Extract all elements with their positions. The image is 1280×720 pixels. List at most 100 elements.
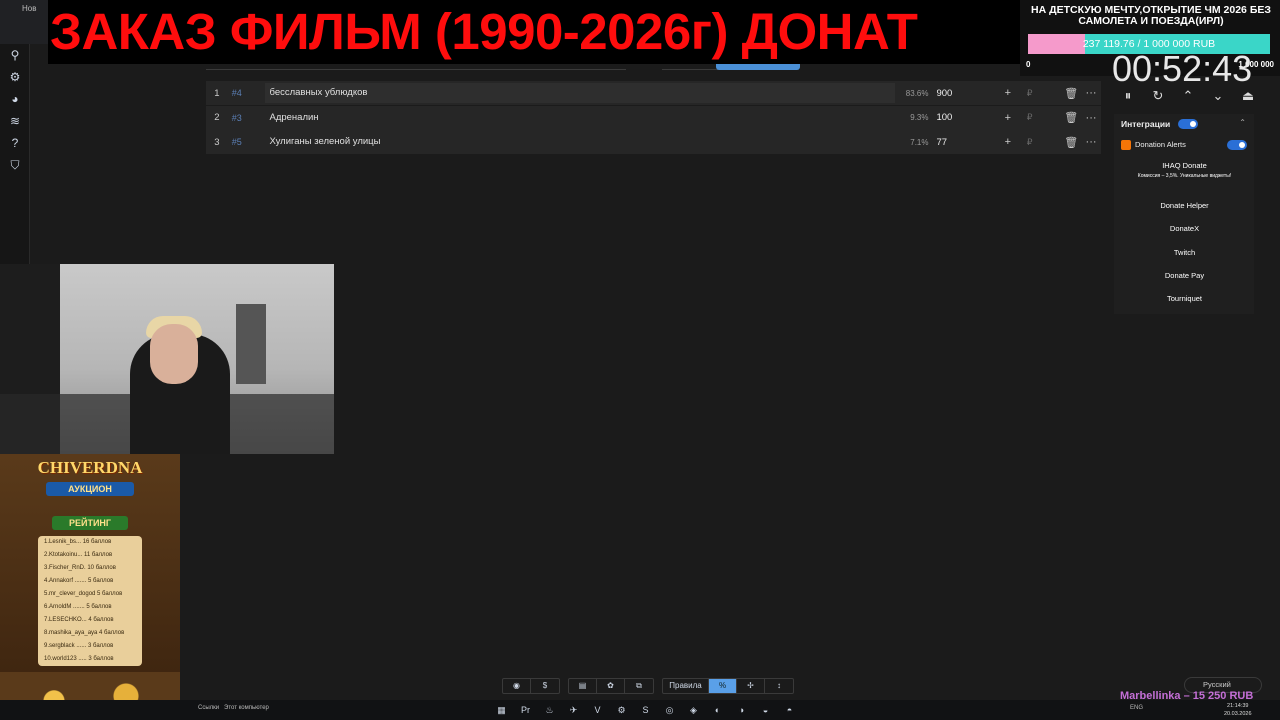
percent-button[interactable]: % [709, 679, 737, 693]
donation-alerts-label: Donation Alerts [1135, 140, 1186, 149]
more-icon[interactable]: ··· [1081, 87, 1101, 99]
integrations-panel: Интеграции ⌃ Donation Alerts IHAQ Donate… [1114, 114, 1254, 314]
app-icon[interactable]: ◈ [686, 703, 701, 717]
filter-box[interactable] [662, 56, 718, 70]
lot-percent: 83.6% [905, 88, 929, 98]
lot-row[interactable]: 1 #4 бесславных ублюдков 83.6% 900 + ₽ 🗑… [206, 81, 1101, 105]
add-amount-button[interactable]: + [998, 112, 1018, 124]
app-icon[interactable]: ⚙ [614, 703, 629, 717]
rating-entry: 3.Fischer_RnD. 10 баллов [44, 565, 116, 571]
delete-icon[interactable]: 🗑 [1061, 111, 1081, 124]
service-label: IHAQ Donate [1162, 161, 1207, 170]
app-icon[interactable]: ◐ [710, 703, 725, 717]
add-amount-button[interactable]: + [998, 87, 1018, 99]
more-icon[interactable]: ··· [1081, 112, 1101, 124]
timer-controls: ⏸ ↻ ⌃ ⌄ ⏏ [1118, 88, 1258, 108]
app-icon[interactable]: ✈ [566, 703, 581, 717]
delete-icon[interactable]: 🗑 [1061, 136, 1081, 149]
add-amount-button[interactable]: + [998, 136, 1018, 148]
app-icon[interactable]: ◓ [782, 703, 797, 717]
service-tourniquet[interactable]: Tourniquet [1121, 290, 1248, 308]
copy-icon[interactable]: ⧉ [625, 679, 653, 693]
lot-percent: 9.3% [910, 113, 929, 122]
app-icon[interactable]: ◑ [734, 703, 749, 717]
lot-name[interactable]: бесславных ублюдков [265, 83, 895, 103]
doc-icon[interactable]: ▤ [569, 679, 597, 693]
goal-title: НА ДЕТСКУЮ МЕЧТУ,ОТКРЫТИЕ ЧМ 2026 БЕЗ СА… [1031, 4, 1271, 27]
app-icon[interactable]: ◎ [662, 703, 677, 717]
collapse-icon[interactable]: ⌃ [1239, 118, 1246, 127]
tray-language[interactable]: ENG [1130, 705, 1143, 711]
chart-icon[interactable]: ◕ [0, 88, 30, 110]
pin-icon[interactable]: ⚲ [0, 44, 30, 66]
lot-amount[interactable]: 77 [928, 137, 978, 148]
lot-name[interactable]: Адреналин [265, 108, 894, 128]
toolbar-group-links: ◉ $ [502, 678, 560, 694]
service-donate-pay[interactable]: Donate Pay [1121, 267, 1248, 285]
layers-icon[interactable]: ≋ [0, 110, 30, 132]
title-banner: ЗАКАЗ ФИЛЬМ (1990-2026г) ДОНАТ [48, 0, 1020, 64]
shield-icon[interactable]: ⛉ [0, 154, 30, 176]
lot-index: 1 [214, 87, 220, 99]
pause-icon[interactable]: ⏸ [1118, 88, 1138, 108]
delete-icon[interactable]: 🗑 [1061, 87, 1081, 100]
taskbar-pc[interactable]: Этот компьютер [224, 705, 269, 711]
toolbar-group-tools: ▤ ✿ ⧉ [568, 678, 654, 694]
banner-text: ЗАКАЗ ФИЛЬМ (1990-2026г) ДОНАТ [50, 3, 918, 60]
toolbar-group-modes: Правила % ✢ ↕ [662, 678, 794, 694]
lot-amount[interactable]: 900 [928, 88, 978, 99]
taskbar-apps: ▦ Pr ♨ ✈ V ⚙ S ◎ ◈ ◐ ◑ ◒ ◓ [494, 703, 797, 717]
app-icon[interactable]: S [638, 703, 653, 717]
rating-entry: 1.Lesnik_bs... 16 баллов [44, 539, 112, 545]
app-icon[interactable]: ▦ [494, 703, 509, 717]
lot-index: 3 [214, 136, 220, 148]
donation-alerts-toggle[interactable] [1227, 140, 1247, 150]
lot-row[interactable]: 3 #5 Хулиганы зеленой улицы 7.1% 77 + ₽ … [206, 130, 1101, 154]
chevron-up-icon[interactable]: ⌃ [1178, 88, 1198, 108]
rating-entry: 2.Ktotakoinu... 11 баллов [44, 552, 113, 558]
left-rail: ⚲ ⚙ ◕ ≋ ? ⛉ [0, 44, 30, 264]
clock-date: 20.03.2026 [1224, 711, 1252, 717]
service-donatex[interactable]: DonateX [1121, 220, 1248, 238]
dollar-button[interactable]: $ [531, 679, 559, 693]
taskbar-clock[interactable]: 21:14:39 20.03.2026 [1224, 702, 1252, 718]
service-twitch[interactable]: Twitch [1121, 244, 1248, 262]
rating-entry: 8.mashika_aya_aya 4 баллов [44, 630, 125, 636]
service-note: Комиссия – 3,5%. Уникальные виджеты! [1137, 173, 1232, 179]
lot-name[interactable]: Хулиганы зеленой улицы [265, 132, 894, 152]
rating-entry: 4.Annakorf ....... 5 баллов [44, 578, 114, 584]
service-ihaq-donate[interactable]: IHAQ Donate Комиссия – 3,5%. Уникальные … [1121, 157, 1248, 186]
rating-entry: 7.LESECHKO... 4 баллов [44, 617, 114, 623]
github-icon[interactable]: ◉ [503, 679, 531, 693]
service-donate-helper[interactable]: Donate Helper [1121, 197, 1248, 215]
lot-amount[interactable]: 100 [928, 112, 978, 123]
rules-button[interactable]: Правила [663, 679, 709, 693]
app-icon[interactable]: Pr [518, 703, 533, 717]
add-button[interactable] [716, 64, 800, 70]
more-icon[interactable]: ··· [1081, 136, 1101, 148]
rating-entry: 5.mr_clever_dogod 5 баллов [44, 591, 123, 597]
lot-row[interactable]: 2 #3 Адреналин 9.3% 100 + ₽ 🗑 ··· [206, 105, 1101, 130]
help-icon[interactable]: ? [0, 132, 30, 154]
app-icon[interactable]: V [590, 703, 605, 717]
chevron-down-icon[interactable]: ⌄ [1208, 88, 1228, 108]
lot-tag: #5 [231, 137, 242, 147]
search-input[interactable] [206, 56, 626, 70]
integrations-toggle[interactable] [1178, 119, 1198, 129]
rating-entry: 6.ArnoldM ....... 5 баллов [44, 604, 112, 610]
move-button[interactable]: ✢ [737, 679, 765, 693]
sort-button[interactable]: ↕ [765, 679, 793, 693]
lot-percent: 7.1% [910, 137, 929, 147]
lot-tag: #4 [231, 88, 242, 98]
app-icon[interactable]: ◒ [758, 703, 773, 717]
restart-icon[interactable]: ↻ [1148, 88, 1168, 108]
eject-icon[interactable]: ⏏ [1238, 88, 1258, 108]
app-icon[interactable]: ♨ [542, 703, 557, 717]
palette-icon[interactable]: ✿ [597, 679, 625, 693]
lot-list: 1 #4 бесславных ублюдков 83.6% 900 + ₽ 🗑… [206, 81, 1101, 155]
goal-min: 0 [1026, 60, 1031, 69]
list-toolbar [206, 56, 1100, 70]
currency-label: ₽ [1026, 112, 1033, 122]
gear-icon[interactable]: ⚙ [0, 66, 30, 88]
taskbar-links[interactable]: Ссылки [198, 705, 219, 711]
